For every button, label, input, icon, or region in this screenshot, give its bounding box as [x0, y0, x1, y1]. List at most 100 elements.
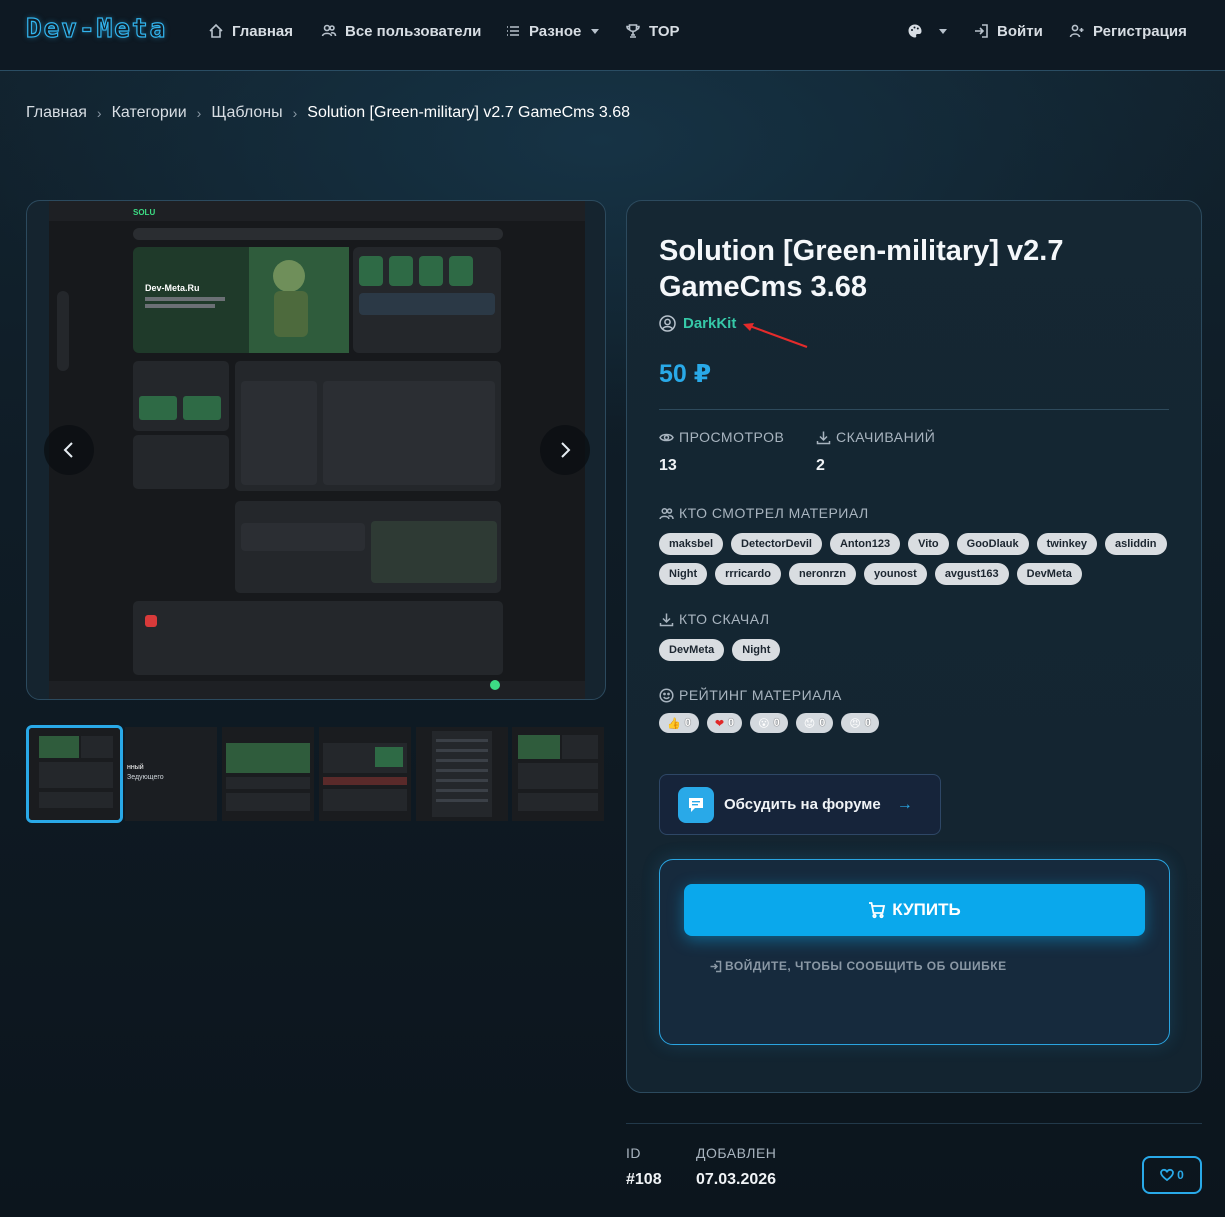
login-icon	[975, 24, 988, 38]
nav-top[interactable]: TOP	[625, 20, 680, 42]
theme-dropdown[interactable]	[907, 20, 947, 42]
users-icon	[321, 24, 337, 37]
svg-text:SOLU: SOLU	[133, 208, 155, 217]
home-icon	[209, 23, 223, 38]
product-info-panel: Solution [Green-military] v2.7 GameCms 3…	[626, 200, 1202, 1093]
download-icon	[659, 613, 674, 626]
svg-text:Зедующего: Зедующего	[127, 774, 164, 781]
list-icon	[507, 26, 519, 36]
chevron-right-icon: ›	[292, 105, 298, 121]
login-icon	[710, 960, 722, 972]
chevron-left-icon	[63, 442, 73, 458]
red-arrow-annotation	[743, 323, 808, 348]
cart-icon	[869, 902, 886, 919]
report-error-link[interactable]: ВОЙДИТЕ, ЧТОБЫ СООБЩИТЬ ОБ ОШИБКЕ	[709, 959, 1007, 973]
site-logo[interactable]: Dev-Meta	[25, 13, 167, 44]
breadcrumb: Главная › Категории › Щаблоны › Solution…	[26, 104, 630, 122]
reaction-thumbs-up[interactable]: 👍 0	[659, 713, 699, 733]
download-icon	[816, 431, 831, 444]
main-preview-image[interactable]: SOLU Dev-Meta.Ru	[49, 201, 585, 699]
added-value: 07.03.2026	[696, 1171, 777, 1188]
breadcrumb-home[interactable]: Главная	[26, 104, 87, 122]
thumbnail-1[interactable]	[26, 725, 123, 823]
downloaders-heading: КТО СКАЧАЛ	[659, 611, 770, 627]
thumbnail-4[interactable]	[319, 727, 411, 821]
nav-register[interactable]: Регистрация	[1069, 20, 1187, 42]
nav-top-label: TOP	[649, 22, 680, 40]
viewer-tag[interactable]: younost	[864, 563, 927, 585]
downloaders-list: DevMeta Night	[659, 639, 1179, 661]
chevron-down-icon	[939, 28, 947, 34]
downloads-label: СКАЧИВАНИЙ	[816, 429, 935, 445]
carousel-prev-button[interactable]	[44, 425, 94, 475]
viewers-list: maksbel DetectorDevil Anton123 Vito GooD…	[659, 533, 1179, 585]
like-button[interactable]: 0	[1142, 1156, 1202, 1194]
divider	[659, 409, 1169, 410]
nav-login-label: Войти	[997, 22, 1043, 40]
chat-icon	[678, 786, 714, 823]
reaction-sad[interactable]: 😟 0	[795, 713, 834, 733]
purchase-box: КУПИТЬ ВОЙДИТЕ, ЧТОБЫ СООБЩИТЬ ОБ ОШИБКЕ	[659, 859, 1170, 1045]
users-icon	[659, 507, 674, 519]
viewer-tag[interactable]: neronrzn	[788, 563, 857, 585]
angry-icon: 😠	[849, 717, 861, 730]
viewer-tag[interactable]: asliddin	[1104, 533, 1167, 555]
svg-text:нный: нный	[127, 763, 144, 771]
viewer-tag[interactable]: Anton123	[829, 533, 901, 555]
chevron-right-icon: ›	[96, 105, 102, 121]
surprised-icon: 😮	[758, 717, 770, 730]
thumbnail-2[interactable]: нный Зедующего	[125, 727, 217, 821]
viewer-tag[interactable]: DetectorDevil	[731, 533, 822, 555]
preview-site-name: Dev-Meta.Ru	[145, 283, 200, 293]
viewer-tag[interactable]: avgust163	[934, 563, 1009, 585]
nav-users[interactable]: Все пользователи	[321, 20, 481, 42]
reaction-heart[interactable]: ❤ 0	[706, 713, 743, 733]
breadcrumb-templates[interactable]: Щаблоны	[211, 104, 282, 122]
thumbs-up-icon: 👍	[667, 717, 681, 730]
top-navbar: Dev-Meta Главная Все пользователи Разное…	[0, 0, 1225, 71]
image-gallery: SOLU Dev-Meta.Ru	[26, 200, 606, 700]
nav-users-label: Все пользователи	[345, 22, 482, 40]
user-plus-icon	[1069, 24, 1084, 38]
viewer-tag[interactable]: Vito	[908, 533, 949, 555]
heart-icon: ❤	[714, 717, 725, 730]
discuss-forum-label: Обсудить на форуме	[724, 796, 881, 813]
reaction-angry[interactable]: 😠 0	[841, 713, 879, 733]
viewer-tag[interactable]: maksbel	[659, 533, 724, 555]
viewer-tag[interactable]: GooDlauk	[956, 533, 1029, 555]
chevron-right-icon	[561, 442, 571, 458]
thumbnail-3[interactable]	[222, 727, 314, 821]
reactions-bar: 👍 0 ❤ 0 😮 0 😟 0 😠 0	[659, 713, 879, 733]
product-title: Solution [Green-military] v2.7 GameCms 3…	[659, 235, 1064, 303]
thumbnail-5[interactable]	[416, 727, 508, 821]
viewer-tag[interactable]: DevMeta	[1016, 563, 1082, 585]
views-count: 13	[659, 457, 677, 474]
eye-icon	[659, 433, 674, 441]
template-screenshot: SOLU Dev-Meta.Ru	[49, 201, 585, 699]
buy-button[interactable]: КУПИТЬ	[684, 884, 1145, 936]
id-label: ID	[626, 1145, 641, 1161]
breadcrumb-categories[interactable]: Категории	[112, 104, 187, 122]
viewer-tag[interactable]: rrricardo	[715, 563, 781, 585]
viewer-tag[interactable]: twinkey	[1036, 533, 1097, 555]
buy-label: КУПИТЬ	[892, 900, 961, 919]
nav-register-label: Регистрация	[1093, 22, 1187, 40]
sad-icon: 😟	[803, 717, 816, 730]
nav-misc-label: Разное	[529, 22, 582, 40]
nav-login[interactable]: Войти	[973, 20, 1043, 42]
carousel-next-button[interactable]	[540, 425, 590, 475]
discuss-forum-button[interactable]: Обсудить на форуме →	[659, 774, 941, 835]
arrow-right-icon: →	[896, 795, 913, 813]
chevron-down-icon	[591, 28, 600, 34]
reaction-surprised[interactable]: 😮 0	[750, 713, 788, 733]
downloader-tag[interactable]: DevMeta	[659, 639, 725, 661]
heart-icon	[1160, 1168, 1175, 1182]
views-label: ПРОСМОТРОВ	[659, 429, 784, 445]
nav-home[interactable]: Главная	[208, 20, 293, 42]
viewer-tag[interactable]: Night	[659, 563, 708, 585]
author-link[interactable]: DarkKit	[659, 315, 736, 332]
downloader-tag[interactable]: Night	[732, 639, 781, 661]
nav-misc-dropdown[interactable]: Разное	[505, 20, 600, 42]
thumbnail-6[interactable]	[512, 727, 604, 821]
palette-icon	[908, 24, 922, 38]
